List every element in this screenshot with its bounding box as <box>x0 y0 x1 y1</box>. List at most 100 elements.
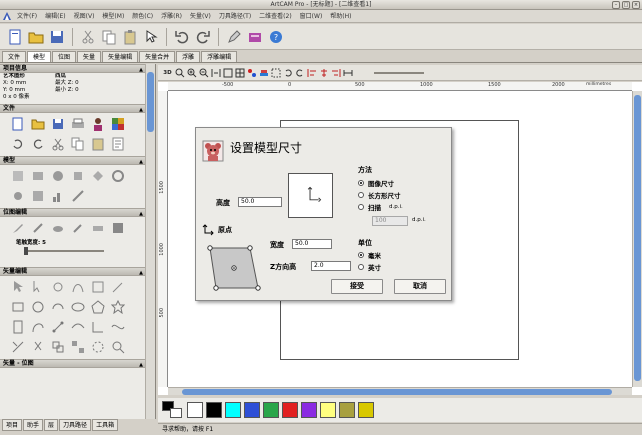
layers-button[interactable] <box>258 67 269 78</box>
section-file[interactable]: 文件 ▲ <box>0 104 146 113</box>
color-swatch[interactable] <box>244 402 260 418</box>
sidebar-scrollbar[interactable] <box>145 64 155 419</box>
copy-button[interactable] <box>70 136 85 151</box>
print-button[interactable] <box>70 116 85 131</box>
trim-tool[interactable] <box>10 339 25 354</box>
tab-model[interactable]: 模型 <box>27 51 52 62</box>
bezier-tool[interactable] <box>70 279 85 294</box>
cut-button[interactable] <box>79 28 97 46</box>
grid-button[interactable] <box>234 67 245 78</box>
align-left-button[interactable] <box>306 67 317 78</box>
maximize-button[interactable]: □ <box>622 1 630 9</box>
redo-button[interactable] <box>194 28 212 46</box>
menu-file[interactable]: 文件(F) <box>14 10 40 23</box>
arc-tool[interactable] <box>50 299 65 314</box>
method-image-size-radio[interactable]: 图像尺寸 <box>358 178 394 188</box>
draw-button[interactable] <box>225 28 243 46</box>
menu-vector[interactable]: 矢量(V) <box>187 10 214 23</box>
model-tool-5[interactable] <box>90 168 105 183</box>
wrap-tool[interactable] <box>90 339 105 354</box>
unit-inch-radio[interactable]: 英寸 <box>358 262 381 272</box>
spline-tool[interactable] <box>110 319 125 334</box>
erase-tool[interactable] <box>90 220 105 235</box>
menu-view[interactable]: 视图(V) <box>71 10 98 23</box>
cut-button[interactable] <box>50 136 65 151</box>
paste-button[interactable] <box>121 28 139 46</box>
save-model-button[interactable] <box>50 116 65 131</box>
model-tool-7[interactable] <box>10 188 25 203</box>
current-color-indicator[interactable] <box>162 401 184 419</box>
fit-page-button[interactable] <box>222 67 233 78</box>
images-button[interactable] <box>110 116 125 131</box>
polygon-tool[interactable] <box>90 299 105 314</box>
color-swatch[interactable] <box>187 402 203 418</box>
tab-vector-edit[interactable]: 矢量编辑 <box>102 51 139 62</box>
unit-mm-radio[interactable]: 毫米 <box>358 250 381 260</box>
cut-vector-tool[interactable] <box>30 339 45 354</box>
tab-layers[interactable]: 层 <box>44 419 59 431</box>
slider-handle[interactable] <box>24 246 28 255</box>
group-tool[interactable] <box>50 339 65 354</box>
zoom-vector-tool[interactable] <box>110 339 125 354</box>
dpi-input[interactable]: 100 <box>372 216 408 226</box>
height-input[interactable]: 50.0 <box>238 197 282 207</box>
section-vector-bitmap[interactable]: 矢量 - 位图 ▲ <box>0 359 146 368</box>
brush-tool[interactable] <box>10 220 25 235</box>
scrollbar-thumb[interactable] <box>634 95 641 381</box>
shape-tool[interactable] <box>90 279 105 294</box>
tab-project[interactable]: 项目 <box>2 419 23 431</box>
new-file-button[interactable] <box>6 28 24 46</box>
zoom-in-button[interactable] <box>186 67 197 78</box>
redo-view-button[interactable] <box>294 67 305 78</box>
color-swatch[interactable] <box>358 402 374 418</box>
cancel-button[interactable]: 取消 <box>394 279 446 294</box>
tab-toolpaths[interactable]: 刀具路径 <box>59 419 92 431</box>
tab-bitmap[interactable]: 位图 <box>52 51 77 62</box>
new-model-button[interactable] <box>10 116 25 131</box>
scrollbar-thumb[interactable] <box>147 72 154 132</box>
open-file-button[interactable] <box>27 28 45 46</box>
model-tool-9[interactable] <box>50 188 65 203</box>
tab-vector-merge[interactable]: 矢量合并 <box>139 51 176 62</box>
undo-view-button[interactable] <box>282 67 293 78</box>
menu-help[interactable]: 帮助(H) <box>327 10 354 23</box>
method-rect-size-radio[interactable]: 长方形尺寸 <box>358 190 401 200</box>
fill-tool[interactable] <box>50 220 65 235</box>
edit-tool[interactable] <box>110 279 125 294</box>
column-tool[interactable] <box>10 319 25 334</box>
menu-relief[interactable]: 浮雕(R) <box>158 10 185 23</box>
canvas-vertical-scrollbar[interactable] <box>632 91 642 387</box>
color-swatch[interactable] <box>225 402 241 418</box>
circle-tool[interactable] <box>30 299 45 314</box>
menu-model[interactable]: 模型(M) <box>99 10 127 23</box>
tab-relief-edit[interactable]: 浮雕编辑 <box>201 51 238 62</box>
tab-assistant[interactable]: 助手 <box>23 419 44 431</box>
copy-button[interactable] <box>100 28 118 46</box>
redo-button[interactable] <box>30 136 45 151</box>
menu-2dview[interactable]: 二维查看(2) <box>256 10 295 23</box>
undo-button[interactable] <box>173 28 191 46</box>
z-height-input[interactable]: 2.0 <box>311 261 351 271</box>
star-tool[interactable] <box>110 299 125 314</box>
node-tool[interactable] <box>30 279 45 294</box>
pen-tool[interactable] <box>30 220 45 235</box>
ellipse-tool[interactable] <box>70 299 85 314</box>
section-vector-edit[interactable]: 矢量编辑 ▲ <box>0 267 146 276</box>
color-swatch[interactable] <box>320 402 336 418</box>
color-swatch[interactable] <box>282 402 298 418</box>
tab-toolbox[interactable]: 工具箱 <box>92 419 119 431</box>
help-button[interactable]: ? <box>267 28 285 46</box>
menu-window[interactable]: 窗口(W) <box>297 10 326 23</box>
section-bitmap-edit[interactable]: 位图编辑 ▲ <box>0 208 146 217</box>
distribute-button[interactable] <box>342 67 353 78</box>
width-input[interactable]: 50.0 <box>292 239 332 249</box>
section-project-info[interactable]: 项目信息 ▲ <box>0 64 146 73</box>
array-tool[interactable] <box>70 339 85 354</box>
color-swatch[interactable] <box>263 402 279 418</box>
menu-toolpath[interactable]: 刀具路径(T) <box>216 10 254 23</box>
fillet-tool[interactable] <box>90 319 105 334</box>
model-tool-3[interactable] <box>50 168 65 183</box>
tab-relief[interactable]: 浮雕 <box>176 51 201 62</box>
undo-button[interactable] <box>10 136 25 151</box>
nodes-tool[interactable] <box>50 319 65 334</box>
